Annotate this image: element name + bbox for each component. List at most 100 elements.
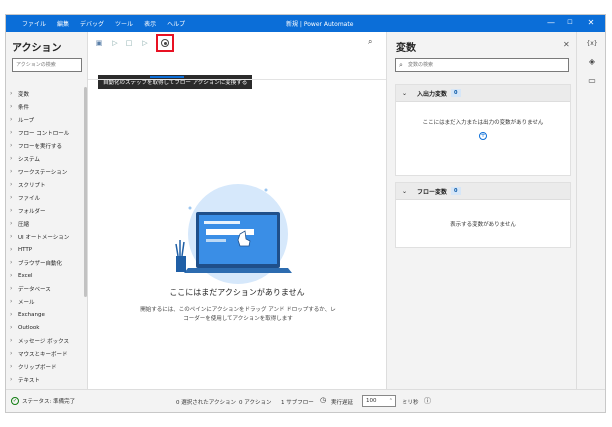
menu-bar: ファイル 編集 デバッグ ツール 表示 ヘルプ [22, 19, 185, 28]
actions-search-input[interactable]: アクションの検索 [12, 58, 82, 72]
action-category[interactable]: › ループ [10, 113, 84, 126]
action-category[interactable]: › スクリプト [10, 178, 84, 191]
minimize-button[interactable]: — [544, 17, 558, 29]
chevron-right-icon: › [10, 350, 13, 357]
chevron-down-icon: ⌄ [402, 187, 408, 195]
chevron-right-icon: › [10, 103, 13, 110]
action-category[interactable]: › Excel [10, 269, 84, 282]
variables-rail-icon[interactable]: {x} [586, 40, 598, 47]
variables-title: 変数 [396, 43, 416, 54]
action-category[interactable]: › フォルダー [10, 204, 84, 217]
chevron-down-icon: ⌄ [402, 89, 408, 97]
run-delay-input[interactable]: 100 ⌃ [362, 395, 396, 407]
chevron-right-icon: › [10, 324, 13, 331]
stop-icon[interactable]: □ [124, 38, 134, 48]
action-category[interactable]: › テキスト [10, 373, 84, 386]
chevron-right-icon: › [10, 129, 13, 136]
save-icon[interactable]: ▣ [94, 38, 104, 48]
ui-elements-icon[interactable]: ◈ [586, 57, 598, 66]
close-button[interactable]: ✕ [584, 17, 598, 29]
action-category-label: フロー コントロール [18, 130, 70, 137]
chevron-right-icon: › [10, 220, 13, 227]
action-category-label: フォルダー [18, 208, 46, 215]
action-category[interactable]: › ファイル [10, 191, 84, 204]
action-category[interactable]: › Outlook [10, 321, 84, 334]
close-icon[interactable]: ✕ [563, 40, 570, 49]
io-variables-header[interactable]: ⌄ 入出力変数 0 [396, 85, 570, 102]
action-category[interactable]: › 変数 [10, 87, 84, 100]
recorder-button[interactable] [156, 34, 174, 52]
actions-category-list: › 変数 › 条件 › ループ › フロー コントロール › フローを実行する › システム › ワークス… [10, 87, 84, 387]
menu-help[interactable]: ヘルプ [167, 19, 185, 28]
io-variables-section: ⌄ 入出力変数 0 ここにはまだ入力または出力の変数がありません + [395, 84, 571, 176]
action-category[interactable]: › UI オートメーション [10, 230, 84, 243]
chevron-right-icon: › [10, 285, 13, 292]
chevron-right-icon: › [10, 259, 13, 266]
actions-scrollbar[interactable] [84, 87, 87, 297]
next-icon[interactable]: ▷ [140, 38, 150, 48]
action-category[interactable]: › ブラウザー自動化 [10, 256, 84, 269]
info-icon[interactable]: ⓘ [424, 396, 431, 406]
action-category[interactable]: › ワークステーション [10, 165, 84, 178]
action-category-label: メール [18, 299, 35, 306]
menu-file[interactable]: ファイル [22, 19, 46, 28]
variables-panel: 変数 ✕ ⌕ 変数の検索 ⌄ 入出力変数 0 ここにはまだ入力または出力の変数が… [386, 32, 576, 389]
menu-tools[interactable]: ツール [115, 19, 133, 28]
action-category[interactable]: › 条件 [10, 100, 84, 113]
menu-debug[interactable]: デバッグ [80, 19, 104, 28]
menu-view[interactable]: 表示 [144, 19, 156, 28]
action-category-label: Excel [18, 272, 33, 279]
action-category-label: Outlook [18, 324, 40, 331]
action-category-label: HTTP [18, 246, 33, 253]
chevron-right-icon: › [10, 194, 13, 201]
chevron-right-icon: › [10, 376, 13, 383]
action-category-label: データベース [18, 286, 51, 293]
chevron-right-icon: › [10, 90, 13, 97]
run-delay-value: 100 [366, 398, 377, 404]
action-category[interactable]: › データベース [10, 282, 84, 295]
chevron-right-icon: › [10, 233, 13, 240]
run-delay-label: 実行遅延 [331, 400, 354, 406]
flow-variables-count: 0 [451, 187, 461, 195]
action-category[interactable]: › Exchange [10, 308, 84, 321]
flow-variables-header[interactable]: ⌄ フロー変数 0 [396, 183, 570, 200]
action-category[interactable]: › メッセージ ボックス [10, 334, 84, 347]
io-variables-count: 0 [451, 89, 461, 97]
action-category-label: UI オートメーション [18, 234, 70, 241]
actions-panel: アクション アクションの検索 › 変数 › 条件 › ループ › フロー コントロール › フロー… [6, 32, 88, 389]
search-icon: ⌕ [399, 61, 403, 69]
action-category-label: クリップボード [18, 364, 57, 371]
action-category-label: スクリプト [18, 182, 46, 189]
empty-state-illustration [175, 184, 292, 284]
actions-count: 0 アクション [239, 400, 272, 406]
chevron-right-icon: › [10, 142, 13, 149]
main-flow-tab[interactable] [150, 76, 184, 78]
variables-search-input[interactable]: ⌕ 変数の検索 [395, 58, 569, 72]
action-category[interactable]: › 圧縮 [10, 217, 84, 230]
run-icon[interactable]: ▷ [110, 38, 120, 48]
images-icon[interactable]: ▭ [586, 76, 598, 85]
check-icon: ✓ [11, 397, 19, 405]
search-icon[interactable]: ⌕ [368, 37, 372, 47]
add-variable-icon[interactable]: + [479, 132, 487, 140]
chevron-right-icon: › [10, 155, 13, 162]
action-category[interactable]: › メール [10, 295, 84, 308]
action-category[interactable]: ›日時 [10, 386, 84, 387]
action-category[interactable]: › システム [10, 152, 84, 165]
flow-variables-message: 表示する変数がありません [450, 222, 516, 228]
empty-state-description: 開始するには、このペインにアクションをドラッグ アンド ドロップするか、レコーダ… [140, 307, 336, 322]
action-category[interactable]: › フロー コントロール [10, 126, 84, 139]
title-bar: ファイル 編集 デバッグ ツール 表示 ヘルプ 新規 | Power Autom… [6, 15, 605, 32]
side-rail: {x} ◈ ▭ [576, 32, 605, 389]
maximize-button[interactable]: ☐ [563, 17, 577, 29]
action-category[interactable]: › フローを実行する [10, 139, 84, 152]
action-category[interactable]: › マウスとキーボード [10, 347, 84, 360]
action-category-label: ループ [18, 117, 35, 124]
actions-title: アクション [12, 43, 62, 54]
action-category[interactable]: › クリップボード [10, 360, 84, 373]
stepper-icon[interactable]: ⌃ [389, 396, 393, 406]
action-category-label: ワークステーション [18, 169, 68, 176]
menu-edit[interactable]: 編集 [57, 19, 69, 28]
delay-unit: ミリ秒 [402, 400, 419, 406]
action-category[interactable]: › HTTP [10, 243, 84, 256]
